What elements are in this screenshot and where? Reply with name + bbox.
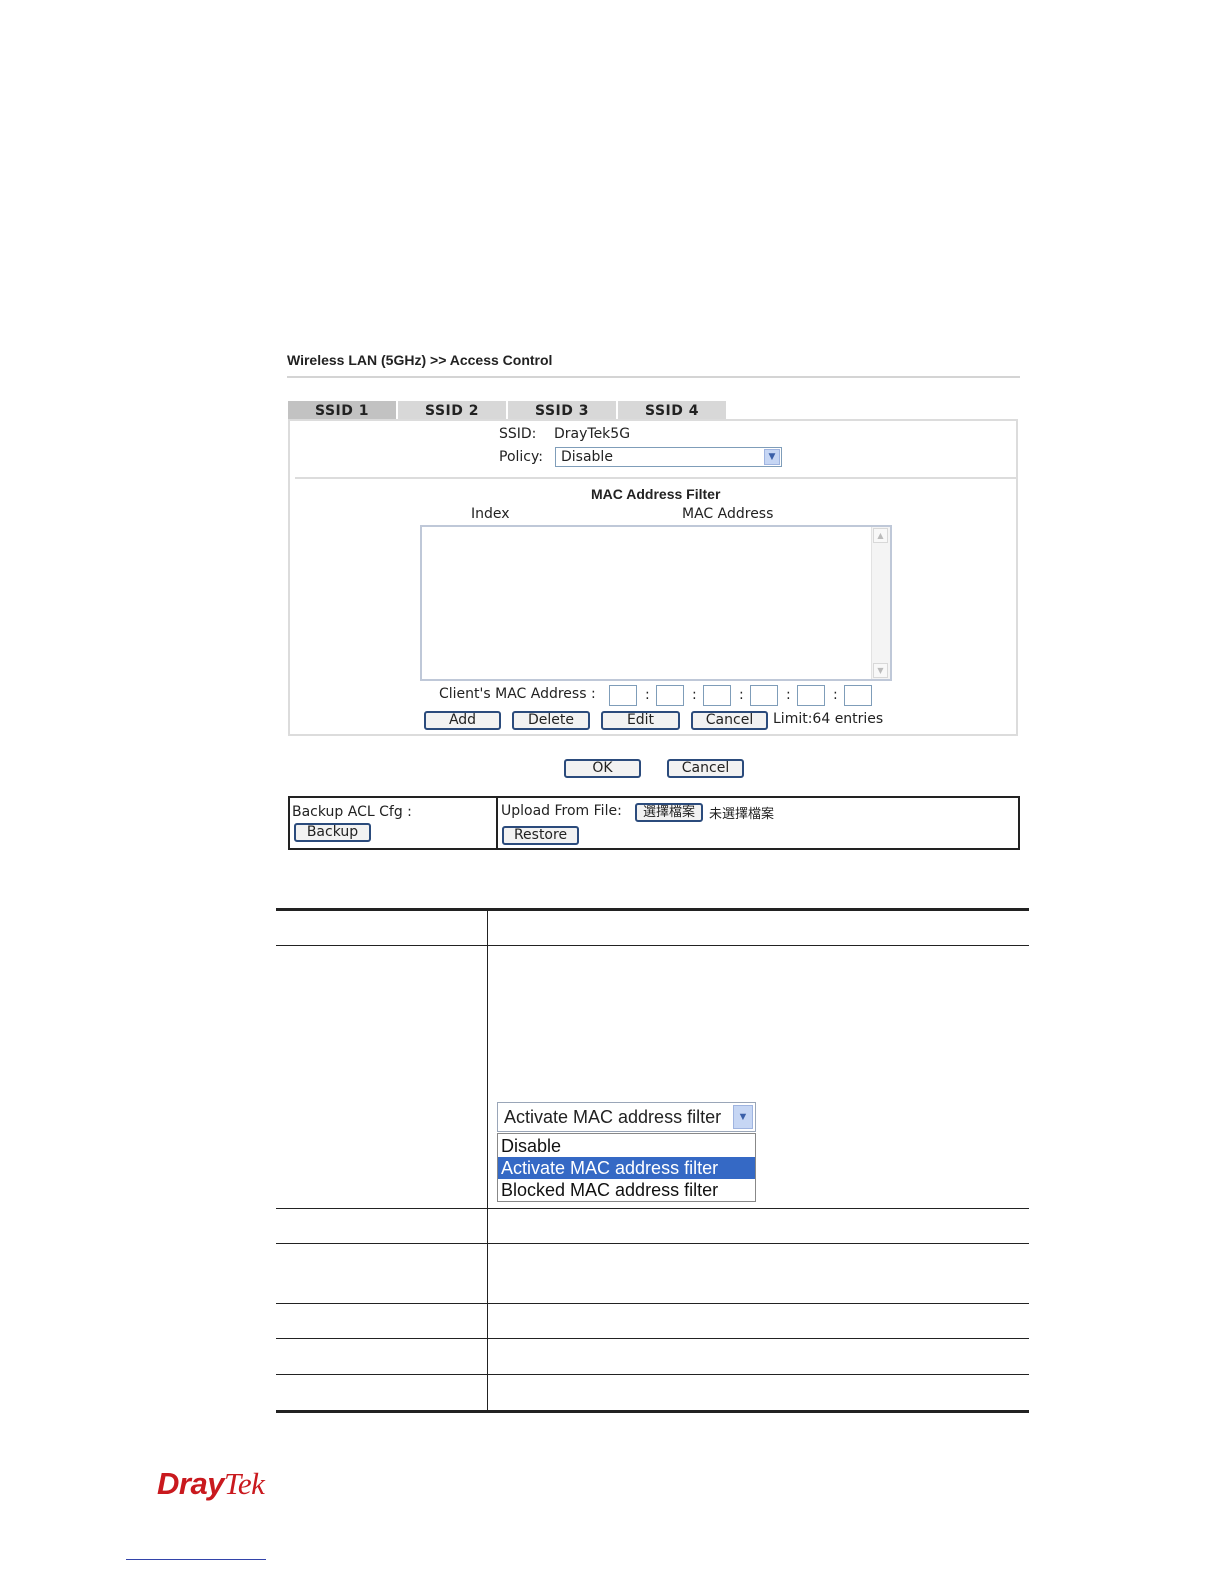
mac-address-list[interactable]: ▲ ▼	[420, 525, 892, 681]
mac-separator: :	[692, 687, 697, 703]
policy-dropdown-selected: Activate MAC address filter	[504, 1107, 722, 1127]
column-mac-address: MAC Address	[682, 506, 774, 522]
table-row-divider	[276, 1303, 1029, 1304]
dropdown-option-disable[interactable]: Disable	[498, 1135, 755, 1157]
restore-button[interactable]: Restore	[502, 826, 579, 845]
cancel-edit-button[interactable]: Cancel	[691, 711, 768, 730]
table-column-divider	[487, 908, 488, 1411]
footer-link-underline	[126, 1559, 266, 1560]
mac-separator: :	[739, 687, 744, 703]
ok-button[interactable]: OK	[564, 759, 641, 778]
mac-octet-2-input[interactable]	[656, 685, 684, 706]
table-row-divider	[276, 1374, 1029, 1375]
tab-ssid-1[interactable]: SSID 1	[288, 401, 396, 420]
table-row-divider	[276, 1243, 1029, 1244]
mac-separator: :	[786, 687, 791, 703]
mac-separator: :	[645, 687, 650, 703]
ssid-value: DrayTek5G	[554, 426, 631, 442]
policy-label: Policy:	[499, 449, 543, 465]
policy-select[interactable]: Disable ▼	[555, 447, 782, 467]
policy-select-value: Disable	[561, 449, 613, 465]
ssid-label: SSID:	[499, 426, 537, 442]
table-bottom-rule	[276, 1410, 1029, 1413]
client-mac-label: Client's MAC Address :	[439, 686, 596, 702]
mac-octet-6-input[interactable]	[844, 685, 872, 706]
mac-filter-title: MAC Address Filter	[591, 486, 721, 502]
backup-button[interactable]: Backup	[294, 823, 371, 842]
upload-label: Upload From File:	[501, 803, 622, 819]
mac-octet-4-input[interactable]	[750, 685, 778, 706]
logo-tek: Tek	[223, 1466, 265, 1501]
table-top-rule	[276, 908, 1029, 911]
choose-file-button[interactable]: 選擇檔案	[635, 803, 703, 822]
scroll-up-icon[interactable]: ▲	[873, 528, 888, 543]
scroll-down-icon[interactable]: ▼	[873, 663, 888, 678]
table-row-divider	[276, 1338, 1029, 1339]
chevron-down-icon[interactable]: ▼	[764, 449, 780, 465]
mac-octet-3-input[interactable]	[703, 685, 731, 706]
title-divider	[287, 376, 1020, 378]
chevron-down-icon[interactable]: ▼	[733, 1105, 753, 1129]
no-file-text: 未選擇檔案	[709, 807, 775, 822]
list-scrollbar[interactable]: ▲ ▼	[871, 527, 890, 679]
tab-ssid-4[interactable]: SSID 4	[618, 401, 726, 420]
policy-dropdown-example[interactable]: Activate MAC address filter ▼	[497, 1102, 756, 1132]
dropdown-option-activate[interactable]: Activate MAC address filter	[498, 1157, 755, 1179]
page-title: Wireless LAN (5GHz) >> Access Control	[287, 352, 553, 368]
add-button[interactable]: Add	[424, 711, 501, 730]
mac-separator: :	[833, 687, 838, 703]
delete-button[interactable]: Delete	[512, 711, 590, 730]
section-divider	[295, 477, 1016, 479]
table-row-divider	[276, 1208, 1029, 1209]
limit-text: Limit:64 entries	[773, 711, 884, 727]
draytek-logo: DrayTek	[157, 1466, 265, 1502]
mac-octet-5-input[interactable]	[797, 685, 825, 706]
logo-dray: Dray	[157, 1466, 224, 1501]
table-row-divider	[276, 945, 1029, 946]
column-index: Index	[471, 506, 510, 522]
edit-button[interactable]: Edit	[601, 711, 680, 730]
dropdown-option-blocked[interactable]: Blocked MAC address filter	[498, 1179, 755, 1201]
cancel-button[interactable]: Cancel	[667, 759, 744, 778]
mac-octet-1-input[interactable]	[609, 685, 637, 706]
backup-label: Backup ACL Cfg :	[292, 804, 412, 820]
tab-ssid-3[interactable]: SSID 3	[508, 401, 616, 420]
tab-ssid-2[interactable]: SSID 2	[398, 401, 506, 420]
policy-dropdown-options: Disable Activate MAC address filter Bloc…	[497, 1133, 756, 1202]
